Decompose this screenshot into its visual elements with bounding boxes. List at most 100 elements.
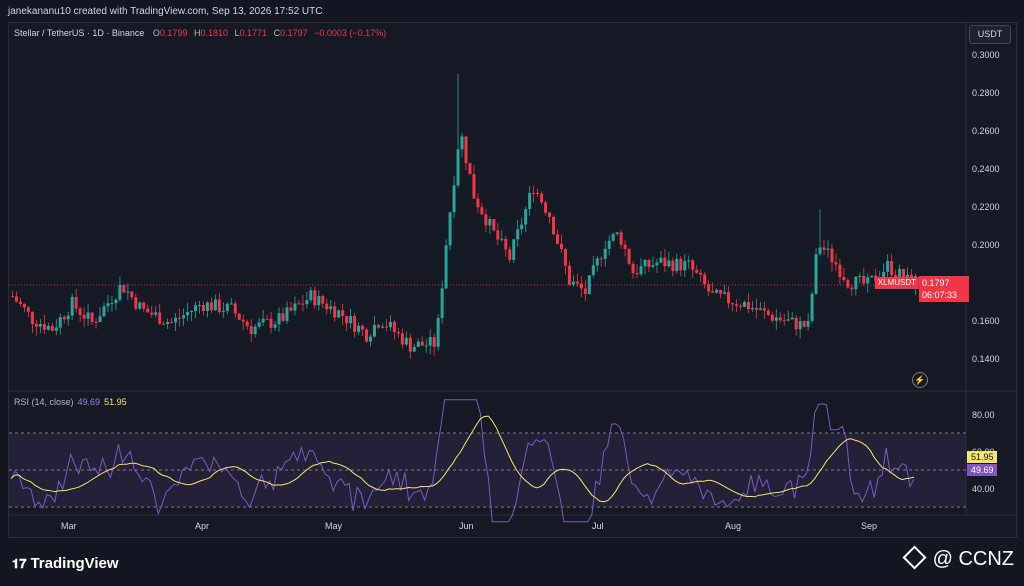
candle-body [269,318,273,328]
candle-body [552,216,556,235]
candle-body [424,345,428,347]
candle-body [114,299,118,304]
candle-body [603,248,607,260]
candle-body [735,304,738,306]
candle-body [810,293,814,321]
candle-body [46,325,50,330]
price-tick: 0.1600 [972,316,1000,326]
candle-body [158,312,162,324]
rsi-legend: RSI (14, close) 49.69 51.95 [14,397,127,407]
candle-body [229,303,233,305]
candle-body [325,303,329,310]
candle-body [540,193,544,203]
candle-body [301,303,305,305]
candle-body [448,212,452,246]
close-value: 0.1797 [280,28,308,38]
candle-body [42,324,46,330]
lightning-icon[interactable]: ⚡ [912,372,928,388]
candle-body [146,308,150,313]
candle-body [221,310,225,313]
current-price-tag: 0.1797 06:07:33 [919,276,969,302]
candle-body [241,319,245,322]
low-value: 0.1771 [239,28,268,38]
candle-body [746,301,750,310]
price-tick: 0.1400 [972,354,1000,364]
rsi-tick: 80.00 [972,410,995,420]
candle-body [758,308,762,310]
candle-body [337,310,341,318]
chart-pane[interactable]: 0.3000 0.2800 0.2600 0.2400 0.2200 0.200… [8,22,1018,539]
price-pane-bg [9,23,966,391]
candle-body [707,284,711,292]
candle-body [289,307,293,311]
candle-body [213,299,217,311]
candle-body [18,301,22,304]
candle-body [798,321,802,330]
candle-body [22,303,26,308]
candle-body [412,346,416,352]
time-tick: May [325,521,343,531]
symbol-name[interactable]: Stellar / TetherUS · 1D · Binance [14,28,144,38]
change-value: −0.0003 (−0.17%) [314,28,387,38]
open-value: 0.1799 [159,28,188,38]
candle-body [794,317,798,330]
candle-body [643,259,647,267]
candle-body [818,247,822,254]
binance-diamond-icon [902,545,927,570]
candle-body [253,326,257,335]
candle-body [623,244,627,249]
candle-body [559,243,563,250]
time-tick: Apr [195,521,209,531]
candle-countdown: 06:07:33 [922,290,958,300]
candle-body [138,302,142,309]
current-price-value: 0.1797 [922,278,950,288]
candle-body [528,192,532,210]
price-tick: 0.2000 [972,240,1000,250]
candle-body [806,320,810,327]
time-tick: Jul [592,521,604,531]
candle-body [683,261,687,271]
candle-body [595,258,599,266]
candle-body [273,324,277,328]
candle-body [357,325,361,332]
candle-body [106,303,110,307]
rsi-label[interactable]: RSI (14, close) [14,397,74,407]
candle-body [731,303,735,305]
candle-body [361,325,365,330]
currency-button[interactable]: USDT [969,25,1011,44]
candle-body [249,326,253,335]
candle-body [496,230,500,240]
candle-body [536,192,540,194]
price-tick: 0.3000 [972,50,1000,60]
candle-body [544,202,548,213]
candle-body [639,266,643,275]
candle-body [78,308,82,315]
candle-body [619,232,623,245]
candle-body [134,297,138,309]
candle-body [416,341,420,347]
chart-svg[interactable]: 0.3000 0.2800 0.2600 0.2400 0.2200 0.200… [9,23,1018,539]
candle-body [512,239,516,260]
candle-body [38,324,42,327]
candle-body [567,265,571,285]
candle-body [695,269,699,273]
candle-body [166,321,170,325]
candle-body [150,312,154,315]
candle-body [691,260,695,270]
candle-body [201,305,205,311]
price-tick: 0.2400 [972,164,1000,174]
candle-body [635,273,639,275]
candle-body [142,302,146,309]
candle-body [305,300,309,305]
candle-body [842,277,846,281]
candle-body [285,307,289,321]
candle-body [297,303,301,305]
candle-body [400,333,404,345]
candle-body [365,329,369,342]
candle-body [396,331,400,334]
candle-body [754,307,758,310]
candle-body [870,275,874,278]
candle-body [86,312,90,319]
candle-body [118,284,122,300]
candle-body [26,307,30,312]
